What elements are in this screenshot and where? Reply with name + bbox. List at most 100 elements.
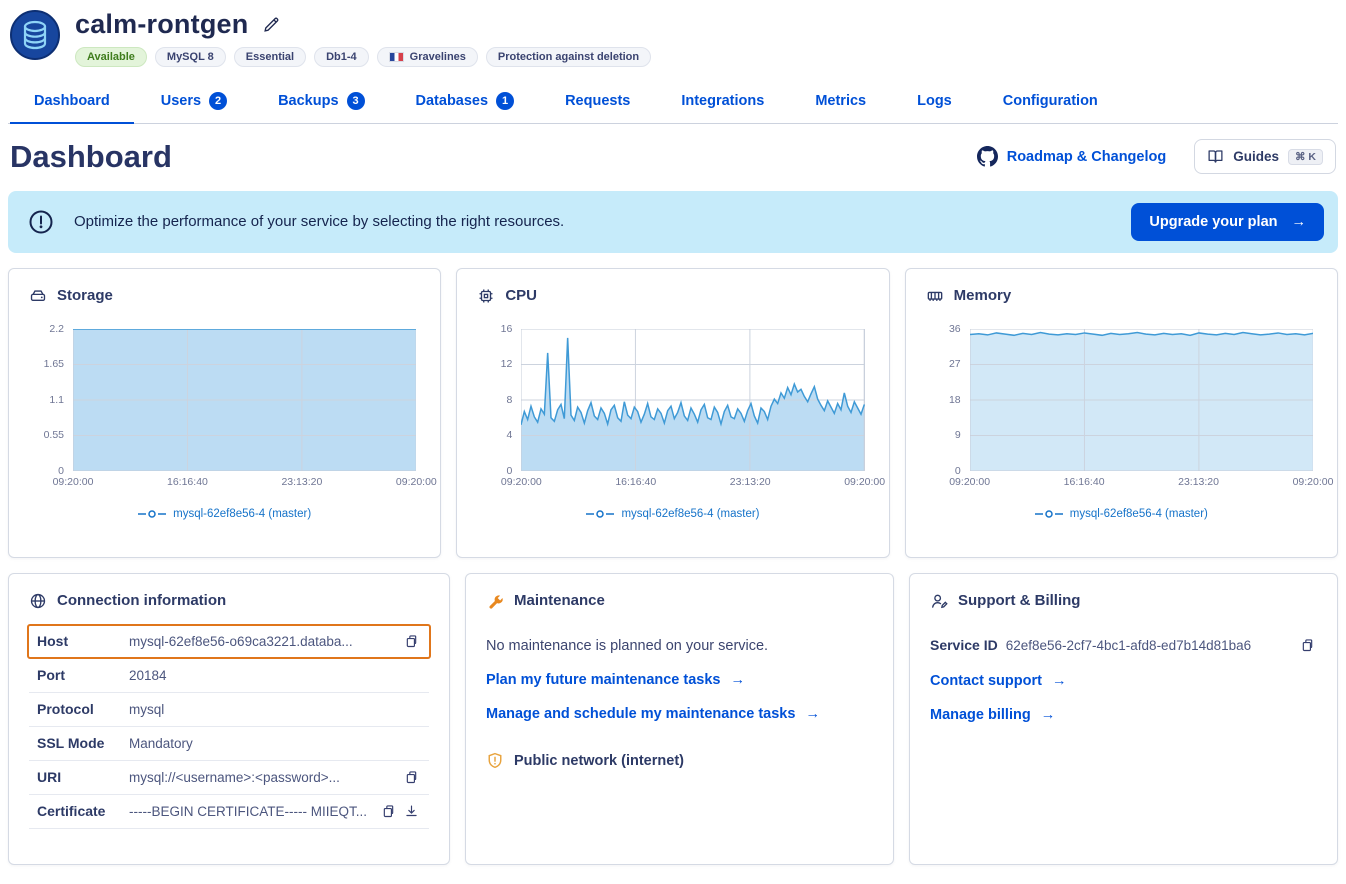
info-icon [28,209,54,235]
plot-area [521,329,864,471]
engine-badge: MySQL 8 [155,47,226,67]
arrow-right-icon: → [730,672,745,688]
card-title-label: Connection information [57,592,226,609]
card-title-label: Storage [57,287,113,304]
tab-label: Databases [416,93,489,109]
tab-integrations[interactable]: Integrations [679,82,766,123]
legend-marker-icon [138,509,166,519]
y-axis: 0481216 [477,329,521,471]
row-value: mysql [129,702,421,717]
deletion-protection-badge: Protection against deletion [486,47,651,67]
row-value: Mandatory [129,736,421,751]
row-label: URI [37,769,129,785]
upgrade-banner: Optimize the performance of your service… [8,191,1338,253]
upgrade-label: Upgrade your plan [1149,214,1277,230]
tab-users[interactable]: Users 2 [159,82,229,123]
connection-row-port: Port 20184 [29,659,429,693]
legend-label: mysql-62ef8e56-4 (master) [1070,508,1208,520]
chart-legend[interactable]: mysql-62ef8e56-4 (master) [477,508,868,520]
x-axis: 09:20:0016:16:4023:13:2009:20:00 [73,476,416,491]
upgrade-plan-button[interactable]: Upgrade your plan → [1131,203,1324,241]
backups-count-badge: 3 [347,92,365,110]
tab-label: Integrations [681,93,764,109]
legend-marker-icon [1035,509,1063,519]
support-person-icon [930,592,948,610]
memory-chart: 09182736 09:20:0016:16:4023:13:2009:20:0… [926,329,1317,520]
france-flag-icon [389,52,404,62]
card-title-label: CPU [505,287,537,304]
guides-shortcut: ⌘ K [1288,149,1323,165]
service-header: calm-rontgen Available MySQL 8 Essential… [8,8,1338,67]
roadmap-changelog-link[interactable]: Roadmap & Changelog [977,146,1167,167]
y-axis: 09182736 [926,329,970,471]
row-value: mysql://<username>:<password>... [129,770,398,785]
page-title: Dashboard [10,139,172,175]
connection-card: Connection information Host mysql-62ef8e… [8,573,450,865]
arrow-right-icon: → [805,706,820,722]
service-id-value: 62ef8e56-2cf7-4bc1-afd8-ed7b14d81ba6 [1006,638,1286,653]
download-icon[interactable] [402,802,421,821]
card-title-label: Maintenance [514,592,605,609]
users-count-badge: 2 [209,92,227,110]
page-head: Dashboard Roadmap & Changelog Guides ⌘ K [8,139,1338,175]
copy-icon[interactable] [402,768,421,787]
copy-icon[interactable] [402,632,421,651]
edit-name-pencil-icon[interactable] [260,14,282,36]
cpu-chip-icon [477,287,495,305]
cpu-card: CPU 0481216 09:20:0016:16:4023:13:2009:2… [456,268,889,558]
tab-dashboard[interactable]: Dashboard [32,82,112,123]
legend-label: mysql-62ef8e56-4 (master) [621,508,759,520]
tab-configuration[interactable]: Configuration [1001,82,1100,123]
tab-metrics[interactable]: Metrics [813,82,868,123]
roadmap-label: Roadmap & Changelog [1007,149,1167,165]
row-value: 20184 [129,668,421,683]
row-label: Certificate [37,803,129,819]
plot-area [970,329,1313,471]
cpu-chart: 0481216 09:20:0016:16:4023:13:2009:20:00… [477,329,868,520]
connection-table: Host mysql-62ef8e56-o69ca3221.databa... … [29,624,429,829]
wrench-icon [486,592,504,610]
y-axis: 00.551.11.652.2 [29,329,73,471]
guides-button[interactable]: Guides ⌘ K [1194,139,1336,174]
banner-message: Optimize the performance of your service… [74,213,1111,230]
plan-maintenance-link[interactable]: Plan my future maintenance tasks → [486,672,745,688]
charts-row: Storage 00.551.11.652.2 09:20:0016:16:40… [8,268,1338,558]
x-axis: 09:20:0016:16:4023:13:2009:20:00 [521,476,864,491]
info-row: Connection information Host mysql-62ef8e… [8,573,1338,865]
connection-row-certificate: Certificate -----BEGIN CERTIFICATE----- … [29,795,429,829]
page: calm-rontgen Available MySQL 8 Essential… [0,0,1346,865]
manage-maintenance-link[interactable]: Manage and schedule my maintenance tasks… [486,706,820,722]
connection-row-ssl-mode: SSL Mode Mandatory [29,727,429,761]
contact-support-link[interactable]: Contact support → [930,673,1066,689]
legend-label: mysql-62ef8e56-4 (master) [173,508,311,520]
region-label: Gravelines [410,51,466,63]
databases-count-badge: 1 [496,92,514,110]
chart-legend[interactable]: mysql-62ef8e56-4 (master) [29,508,420,520]
card-title-label: Memory [954,287,1012,304]
manage-billing-link[interactable]: Manage billing → [930,707,1055,723]
support-card: Support & Billing Service ID 62ef8e56-2c… [909,573,1338,865]
row-value: -----BEGIN CERTIFICATE----- MIIEQT... [129,804,375,819]
tab-bar: Dashboard Users 2 Backups3 Databases 1 Req… [8,82,1338,124]
tab-label: Dashboard [34,93,110,109]
tab-label: Users [161,93,201,109]
database-service-icon [10,10,60,60]
link-label: Manage and schedule my maintenance tasks [486,706,795,722]
tab-label: Metrics [815,93,866,109]
arrow-right-icon: → [1041,707,1056,723]
network-access-info: Public network (internet) [486,752,873,770]
connection-row-host: Host mysql-62ef8e56-o69ca3221.databa... [27,624,431,659]
copy-icon[interactable] [379,802,398,821]
tab-requests[interactable]: Requests [563,82,632,123]
row-label: SSL Mode [37,735,129,751]
globe-icon [29,592,47,610]
row-label: Host [37,633,129,649]
chart-legend[interactable]: mysql-62ef8e56-4 (master) [926,508,1317,520]
storage-card: Storage 00.551.11.652.2 09:20:0016:16:40… [8,268,441,558]
tab-backups[interactable]: Backups3 [276,82,366,123]
copy-icon[interactable] [1298,636,1317,655]
memory-card: Memory 09182736 09:20:0016:16:4023:13:20… [905,268,1338,558]
tab-databases[interactable]: Databases 1 [414,82,517,123]
tab-logs[interactable]: Logs [915,82,954,123]
storage-chart: 00.551.11.652.2 09:20:0016:16:4023:13:20… [29,329,420,520]
